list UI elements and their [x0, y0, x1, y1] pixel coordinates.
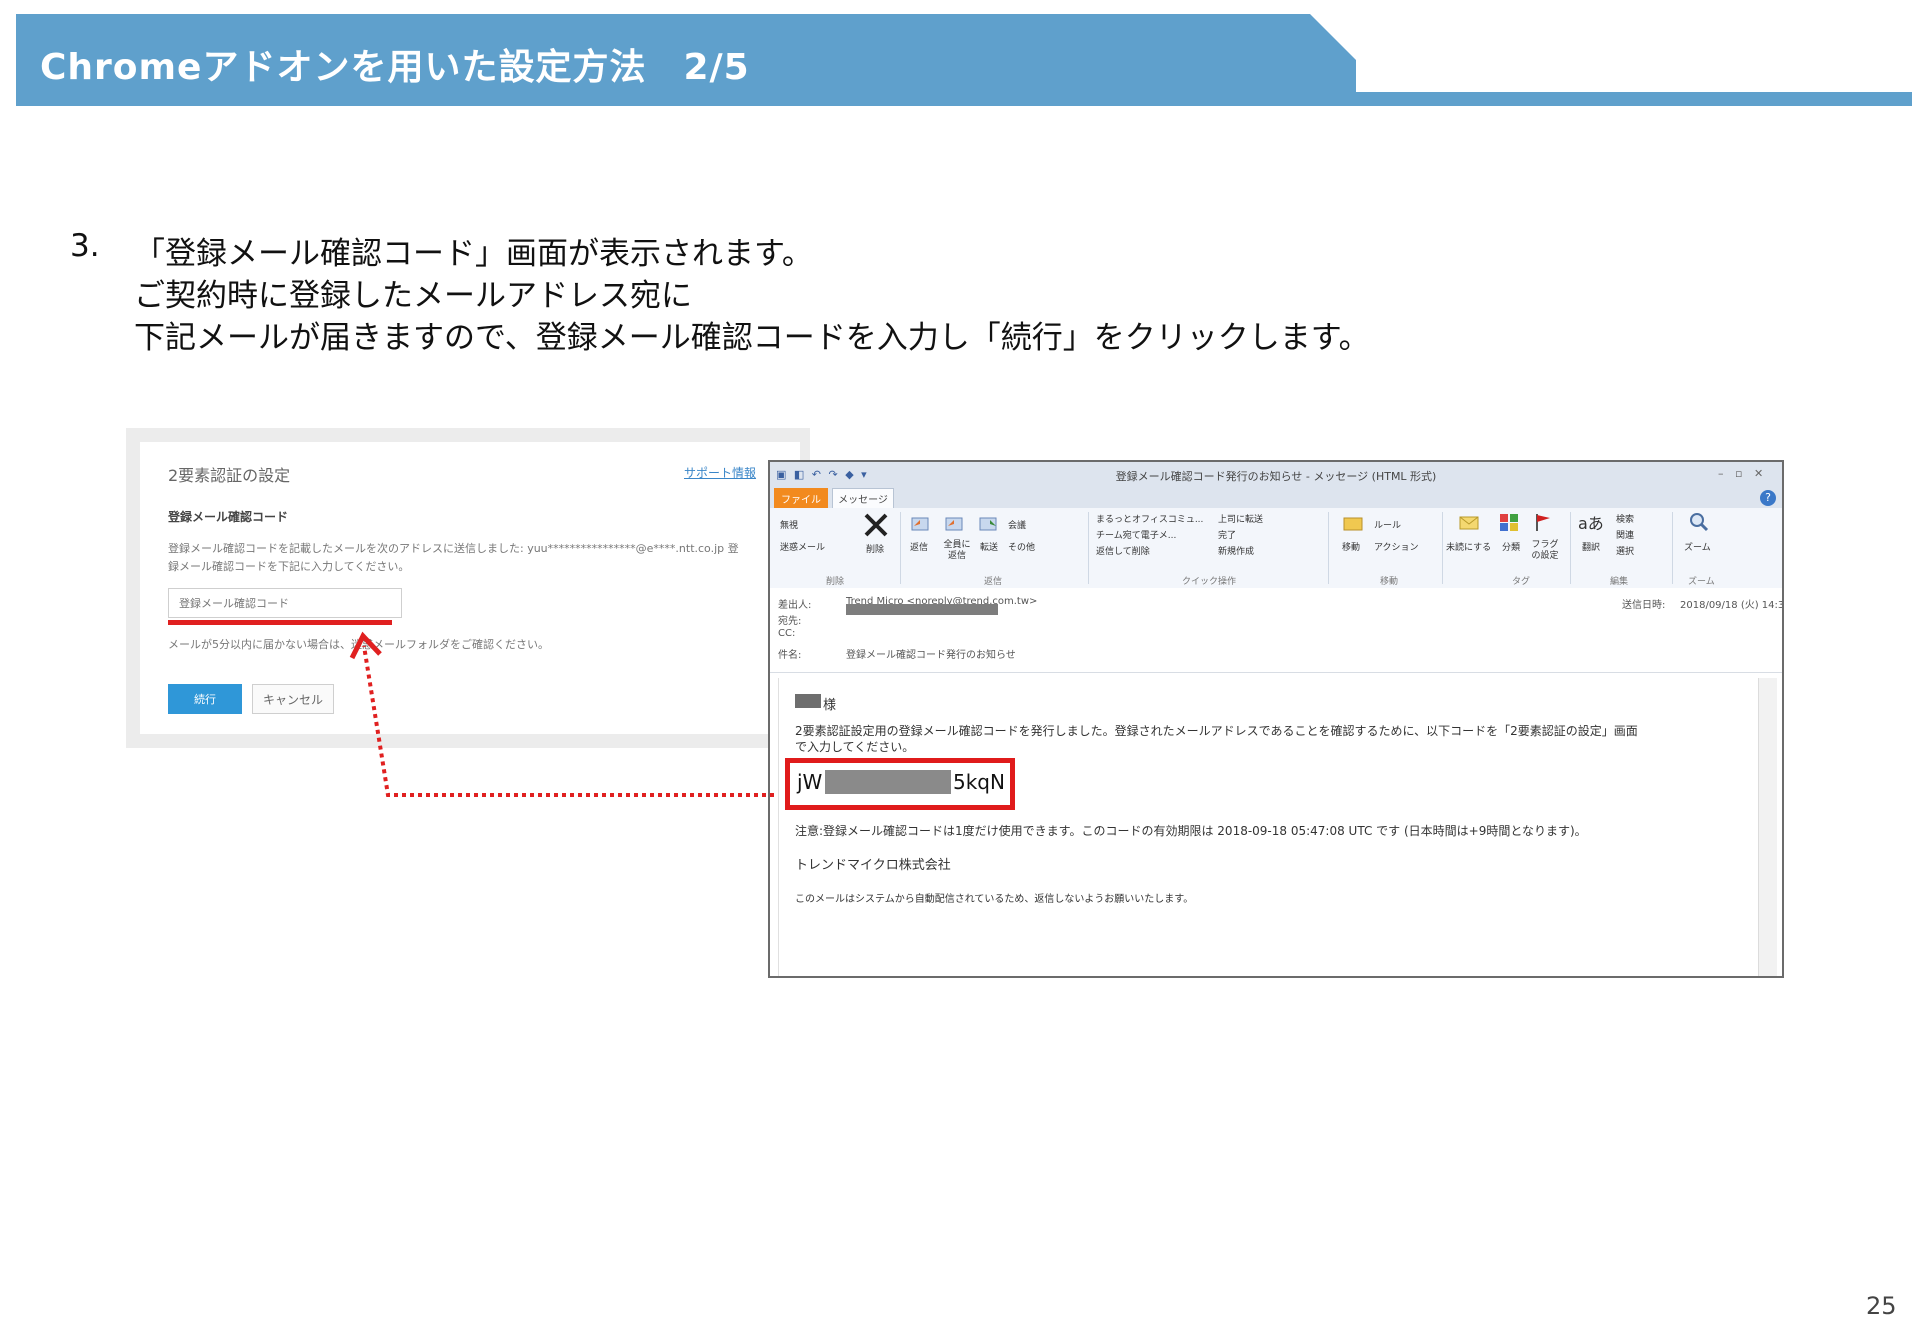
- ignore-button[interactable]: 無視: [780, 518, 798, 531]
- rules-button[interactable]: ルール: [1374, 518, 1401, 531]
- related-button[interactable]: 関連: [1616, 528, 1634, 541]
- cancel-button[interactable]: キャンセル: [252, 684, 334, 714]
- quick-steps-group-label: クイック操作: [1182, 577, 1237, 587]
- sent-value: 2018/09/18 (火) 14:37: [1680, 600, 1784, 611]
- mark-unread-button[interactable]: 未読にする: [1446, 540, 1491, 553]
- outlook-message-window: ▣ ◧ ↶ ↷ ◆ ▾ 登録メール確認コード発行のお知らせ - メッセージ (H…: [768, 460, 1784, 978]
- step-number: 3.: [70, 228, 100, 264]
- company-name: トレンドマイクロ株式会社: [795, 858, 951, 873]
- translate-button[interactable]: 翻訳: [1582, 540, 1600, 553]
- code-prefix: jW: [797, 770, 823, 794]
- quick-step-2[interactable]: チーム宛て電子メ...: [1096, 528, 1176, 541]
- unread-envelope-icon[interactable]: [1458, 512, 1480, 532]
- ribbon-tab-bar: [770, 486, 1782, 508]
- reply-all-button[interactable]: 全員に返信: [942, 540, 972, 562]
- settings-panel-title: 2要素認証の設定: [168, 466, 291, 485]
- salutation-suffix: 様: [823, 698, 837, 713]
- input-highlight-underline: [168, 620, 392, 625]
- ribbon-separator: [1570, 512, 1571, 584]
- reply-button[interactable]: 返信: [910, 540, 928, 553]
- delete-x-icon[interactable]: [862, 512, 890, 538]
- quick-step-4[interactable]: 上司に転送: [1218, 512, 1263, 525]
- two-factor-settings-panel: 2要素認証の設定 サポート情報 登録メール確認コード 登録メール確認コードを記載…: [140, 442, 800, 734]
- translate-icon[interactable]: aあ: [1578, 510, 1604, 534]
- from-label: 差出人:: [778, 600, 812, 611]
- ribbon-separator: [900, 512, 901, 584]
- code-suffix: 5kqN: [953, 770, 1005, 794]
- forward-button[interactable]: 転送: [980, 540, 998, 553]
- move-folder-icon[interactable]: [1342, 512, 1364, 532]
- flag-icon[interactable]: [1532, 512, 1554, 532]
- reply-all-icon[interactable]: [944, 514, 966, 534]
- to-label: 宛先:: [778, 616, 802, 627]
- vertical-scrollbar[interactable]: [1758, 678, 1777, 976]
- find-button[interactable]: 検索: [1616, 512, 1634, 525]
- recipient-redaction: [846, 604, 998, 615]
- meeting-button[interactable]: 会議: [1008, 518, 1026, 531]
- name-redaction: [795, 694, 821, 708]
- cc-label: CC:: [778, 628, 796, 639]
- actions-button[interactable]: アクション: [1374, 540, 1419, 553]
- ribbon-separator: [1328, 512, 1329, 584]
- help-icon[interactable]: ?: [1760, 490, 1776, 506]
- tags-group-label: タグ: [1512, 577, 1531, 587]
- expiry-notice: 注意:登録メール確認コードは1度だけ使用できます。このコードの有効期限は 201…: [795, 824, 1587, 838]
- intro-line-1: 2要素認証設定用の登録メール確認コードを発行しました。登録されたメールアドレスで…: [795, 724, 1638, 738]
- categorize-button[interactable]: 分類: [1502, 540, 1520, 553]
- code-redaction: [825, 770, 951, 794]
- select-button[interactable]: 選択: [1616, 544, 1634, 557]
- respond-group-label: 返信: [984, 577, 1003, 587]
- subject-value: 登録メール確認コード発行のお知らせ: [846, 650, 1016, 661]
- code-description-line-2: 録メール確認コードを下記に入力してください。: [168, 560, 410, 573]
- reply-icon[interactable]: [910, 514, 932, 534]
- ribbon: 無視 迷惑メール 削除 削除 返信 全員に返信 転送 会議 その他 返信 まるっ…: [770, 508, 1782, 589]
- ribbon-separator: [1442, 512, 1443, 584]
- edit-group-label: 編集: [1610, 577, 1629, 587]
- ribbon-separator: [1088, 512, 1089, 584]
- delete-button[interactable]: 削除: [866, 542, 884, 555]
- window-controls[interactable]: – ▫ ✕: [1718, 467, 1767, 480]
- zoom-button[interactable]: ズーム: [1684, 540, 1711, 553]
- window-title: 登録メール確認コード発行のお知らせ - メッセージ (HTML 形式): [1115, 470, 1437, 483]
- ribbon-separator: [1672, 512, 1673, 584]
- slide-title: Chromeアドオンを用いた設定方法 2/5: [40, 47, 750, 88]
- page-number: 25: [1866, 1292, 1897, 1320]
- message-body: 様 2要素認証設定用の登録メール確認コードを発行しました。登録されたメールアドレ…: [778, 678, 1773, 976]
- code-description-line-1: 登録メール確認コードを記載したメールを次のアドレスに送信しました: yuu***…: [168, 542, 739, 555]
- delete-group-label: 削除: [826, 577, 845, 587]
- forward-icon[interactable]: [978, 514, 1000, 534]
- instruction-line-2: ご契約時に登録したメールアドレス宛に: [134, 278, 692, 314]
- continue-button[interactable]: 続行: [168, 684, 242, 714]
- verification-code-input[interactable]: [168, 588, 402, 618]
- intro-line-2: で入力してください。: [795, 740, 915, 754]
- spam-folder-note: メールが5分以内に届かない場合は、迷惑メールフォルダをご確認ください。: [168, 638, 549, 651]
- tab-file[interactable]: ファイル: [774, 488, 828, 508]
- instruction-line-3: 下記メールが届きますので、登録メール確認コードを入力し「続行」をクリックします。: [134, 320, 1370, 356]
- tab-message[interactable]: メッセージ: [832, 488, 894, 508]
- move-group-label: 移動: [1380, 577, 1399, 587]
- quick-step-3[interactable]: 返信して削除: [1096, 544, 1150, 557]
- support-link[interactable]: サポート情報: [684, 464, 756, 481]
- more-respond-button[interactable]: その他: [1008, 540, 1035, 553]
- code-section-heading: 登録メール確認コード: [168, 510, 289, 524]
- instruction-line-1: 「登録メール確認コード」画面が表示されます。: [134, 236, 813, 272]
- quick-step-6[interactable]: 新規作成: [1218, 544, 1254, 557]
- move-button[interactable]: 移動: [1342, 540, 1360, 553]
- zoom-group-label: ズーム: [1688, 577, 1715, 587]
- junk-button[interactable]: 迷惑メール: [780, 540, 825, 553]
- auto-reply-note: このメールはシステムから自動配信されているため、返信しないようお願いいたします。: [795, 894, 1194, 905]
- categorize-icon[interactable]: [1498, 512, 1520, 532]
- message-header: 差出人: Trend Micro <noreply@trend.com.tw> …: [770, 588, 1782, 673]
- quick-step-1[interactable]: まるっとオフィスコミュ...: [1096, 512, 1203, 525]
- zoom-magnifier-icon[interactable]: [1688, 512, 1710, 532]
- quick-step-5[interactable]: 完了: [1218, 528, 1236, 541]
- sent-label: 送信日時:: [1622, 600, 1666, 611]
- flag-button[interactable]: フラグの設定: [1528, 540, 1562, 562]
- subject-label: 件名:: [778, 650, 802, 661]
